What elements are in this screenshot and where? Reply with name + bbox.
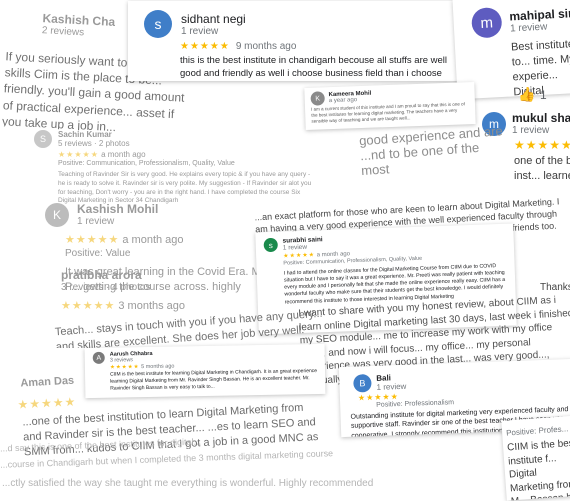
review-count: 3 reviews — [109, 357, 134, 364]
review-card-sidhant[interactable]: s sidhant negi 1 review ★★★★★ 9 months a… — [128, 1, 468, 81]
review-positive: Positive: Value — [65, 248, 131, 259]
review-card-sachin[interactable]: S Sachin Kumar 5 reviews · 2 photos ★★★★… — [20, 124, 320, 204]
like-count: 1 — [540, 88, 547, 102]
review-text: this is the best institute in chandigarh… — [180, 55, 448, 81]
star-rating: ★★★★★ — [180, 41, 230, 52]
avatar: S — [34, 130, 52, 148]
reviewer-name: sidhant negi — [181, 11, 246, 26]
review-count: 5 reviews · 2 photos — [58, 139, 130, 148]
avatar: m — [470, 6, 503, 39]
review-count: 1 review — [282, 243, 308, 252]
review-time: a month ago — [101, 150, 146, 159]
review-card-pratibha[interactable]: pratibha arora 3 reviews · 4 photos ★★★★… — [45, 268, 335, 348]
avatar: B — [353, 374, 372, 393]
review-count: 1 review — [181, 25, 219, 37]
reviewer-name: pratibha arora — [61, 268, 142, 282]
review-text: CIIM is the best institute f... Digital … — [506, 437, 570, 501]
star-rating: ★★★★★ — [283, 252, 316, 260]
reviewer-name: Sachin Kumar — [58, 130, 112, 139]
review-text: Teaching of Ravinder Sir is very good. H… — [58, 171, 312, 204]
review-card-kameera[interactable]: K Kameera Mohil a year ago I am a curren… — [304, 82, 476, 130]
avatar: A — [92, 351, 105, 364]
avatar: K — [45, 202, 69, 227]
reviewer-name: Kashish Mohil — [77, 202, 159, 216]
thumbs-up-icon[interactable]: 👍 — [518, 86, 535, 103]
star-rating: ★★★★★ — [65, 234, 120, 246]
avatar: s — [144, 10, 172, 38]
review-count: 1 review — [77, 216, 115, 227]
review-time: a month ago — [316, 251, 351, 259]
review-count: 3 reviews · 4 photos — [61, 282, 151, 293]
review-time: a month ago — [122, 234, 184, 246]
review-count: 1 review — [376, 381, 407, 392]
bg-review-line: ...ctly satisfied the way she taught me … — [2, 478, 374, 489]
review-fragment: Thanks — [540, 282, 570, 293]
reviewer-name: mukul sha — [512, 111, 570, 125]
star-rating: ★★★★★ — [109, 364, 140, 371]
review-card-ciim-right[interactable]: Positive: Profes... CIIM is the best ins… — [501, 415, 570, 501]
avatar: s — [263, 237, 278, 253]
star-rating: ★★★★★ — [58, 150, 99, 159]
review-time: 3 months ago — [118, 300, 186, 312]
avatar: K — [310, 91, 325, 106]
review-time: 9 months ago — [235, 41, 297, 52]
review-count: 1 review — [512, 125, 550, 136]
review-positive: Positive: Communication, Professionalism… — [58, 160, 235, 167]
star-rating: ★★★★★ — [61, 300, 116, 312]
